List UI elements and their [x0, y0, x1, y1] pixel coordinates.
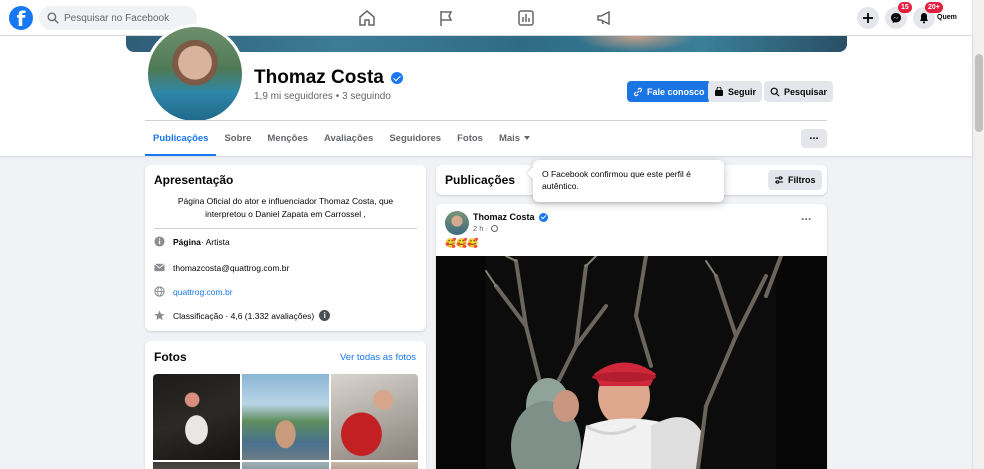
profile-tabs: Publicações Sobre Menções Avaliações Seg… [145, 124, 538, 156]
profile-search-button[interactable]: Pesquisar [764, 81, 834, 102]
post-card: Thomaz Costa 2 h · ··· 🥰🥰🥰 [436, 204, 827, 469]
email-text[interactable]: thomazcosta@quattrog.com.br [173, 263, 289, 273]
megaphone-icon[interactable] [595, 8, 615, 28]
search-icon [770, 87, 780, 96]
filters-label: Filtros [788, 175, 816, 185]
follow-button-label: Seguir [728, 86, 757, 97]
tab-avaliacoes[interactable]: Avaliações [316, 124, 381, 156]
home-icon[interactable] [357, 8, 377, 28]
photo-thumbnail[interactable] [242, 374, 329, 460]
intro-card: Apresentação Página Oficial do ator e in… [145, 165, 426, 331]
website-row: quattrog.com.br [154, 286, 233, 297]
create-button[interactable] [857, 7, 879, 29]
messenger-badge: 15 [898, 2, 912, 13]
photo-grid [153, 374, 418, 469]
filters-button[interactable]: Filtros [768, 170, 822, 190]
post-time-text[interactable]: 2 h · [473, 224, 488, 233]
tab-publicacoes[interactable]: Publicações [145, 124, 217, 156]
tab-label: Menções [267, 133, 309, 144]
notifications-badge: 20+ [925, 2, 943, 13]
post-photo [436, 256, 827, 469]
tab-sobre[interactable]: Sobre [216, 124, 259, 156]
contact-button-label: Fale conosco [647, 86, 705, 97]
page-type-label: Página [173, 236, 201, 247]
tab-label: Publicações [153, 133, 209, 144]
tab-label: Mais [498, 133, 521, 144]
messenger-icon [891, 13, 901, 23]
rating-text: Classificação · 4,6 (1.332 avaliações) [173, 310, 315, 321]
intro-title: Apresentação [154, 173, 234, 187]
website-link[interactable]: quattrog.com.br [173, 287, 233, 297]
messenger-button[interactable]: 15 [885, 2, 912, 29]
scrollbar-thumb[interactable] [975, 54, 983, 132]
profile-name-text: Thomaz Costa [254, 67, 384, 88]
post-timestamp: 2 h · [473, 224, 499, 233]
filter-icon [775, 176, 783, 184]
search-box[interactable] [39, 6, 197, 30]
search-icon [47, 12, 59, 24]
rating-info-icon[interactable]: i [319, 310, 331, 321]
rating-row: Classificação · 4,6 (1.332 avaliações) i [154, 310, 331, 321]
follow-icon [715, 86, 723, 96]
profile-search-label: Pesquisar [784, 86, 828, 97]
email-row: thomazcosta@quattrog.com.br [154, 262, 289, 273]
chevron-down-icon [524, 136, 531, 141]
photo-thumbnail[interactable] [153, 374, 240, 460]
globe-icon [491, 225, 499, 232]
post-image[interactable] [436, 256, 827, 469]
profile-header: Thomaz Costa 1,9 mi seguidores • 3 segui… [0, 24, 972, 156]
profile-name: Thomaz Costa [254, 67, 403, 89]
bell-icon [920, 13, 928, 24]
header-divider [145, 120, 827, 121]
globe-icon [154, 286, 165, 297]
intro-divider [154, 228, 417, 229]
chart-icon[interactable] [516, 8, 536, 28]
follower-count[interactable]: 1,9 mi seguidores • 3 seguindo [254, 91, 391, 102]
photo-thumbnail[interactable] [331, 374, 418, 460]
post-text: 🥰🥰🥰 [445, 238, 479, 248]
search-input[interactable] [64, 12, 194, 24]
photos-card: Fotos Ver todas as fotos [145, 341, 426, 469]
post-author-avatar[interactable] [445, 211, 469, 235]
see-all-photos-link[interactable]: Ver todas as fotos [340, 352, 416, 363]
verified-badge-icon[interactable] [538, 212, 548, 222]
profile-avatar[interactable] [145, 24, 245, 124]
photo-thumbnail[interactable] [331, 462, 418, 469]
page-type-row: Página · Artista [154, 236, 230, 247]
notifications-button[interactable]: 20+ [913, 2, 943, 29]
verified-badge-icon[interactable] [390, 72, 403, 84]
tab-fotos[interactable]: Fotos [449, 124, 491, 156]
post-author[interactable]: Thomaz Costa [473, 212, 548, 222]
verified-tooltip: O Facebook confirmou que este perfil é a… [533, 160, 724, 202]
link-icon [633, 87, 643, 96]
tab-label: Seguidores [389, 133, 442, 144]
contact-button[interactable]: Fale conosco [627, 81, 711, 102]
tab-label: Sobre [224, 133, 252, 144]
tab-seguidores[interactable]: Seguidores [381, 124, 449, 156]
email-icon [154, 263, 165, 272]
top-navigation-bar: f 15 20+ Quem [0, 0, 972, 36]
intro-bio: Página Oficial do ator e influenciador T… [177, 196, 394, 219]
follow-button[interactable]: Seguir [708, 81, 763, 102]
verified-tooltip-text: O Facebook confirmou que este perfil é a… [542, 169, 691, 191]
post-options-button[interactable]: ··· [801, 212, 812, 226]
tab-label: Avaliações [324, 133, 374, 144]
profile-shortcut-label[interactable]: Quem [937, 14, 957, 21]
facebook-logo[interactable]: f [9, 6, 33, 31]
tab-label: Fotos [457, 133, 483, 144]
plus-icon [863, 13, 873, 23]
profile-more-options-button[interactable]: ... [801, 129, 827, 148]
flag-icon[interactable] [436, 8, 456, 28]
tab-mencoes[interactable]: Menções [259, 124, 316, 156]
post-author-name[interactable]: Thomaz Costa [473, 212, 535, 222]
info-icon [154, 236, 165, 247]
photo-thumbnail[interactable] [153, 462, 240, 469]
photo-thumbnail[interactable] [242, 462, 329, 469]
page-type-value: · Artista [200, 236, 230, 247]
star-icon [154, 310, 165, 321]
page-scrollbar[interactable] [972, 0, 984, 469]
tab-mais[interactable]: Mais [491, 124, 538, 156]
